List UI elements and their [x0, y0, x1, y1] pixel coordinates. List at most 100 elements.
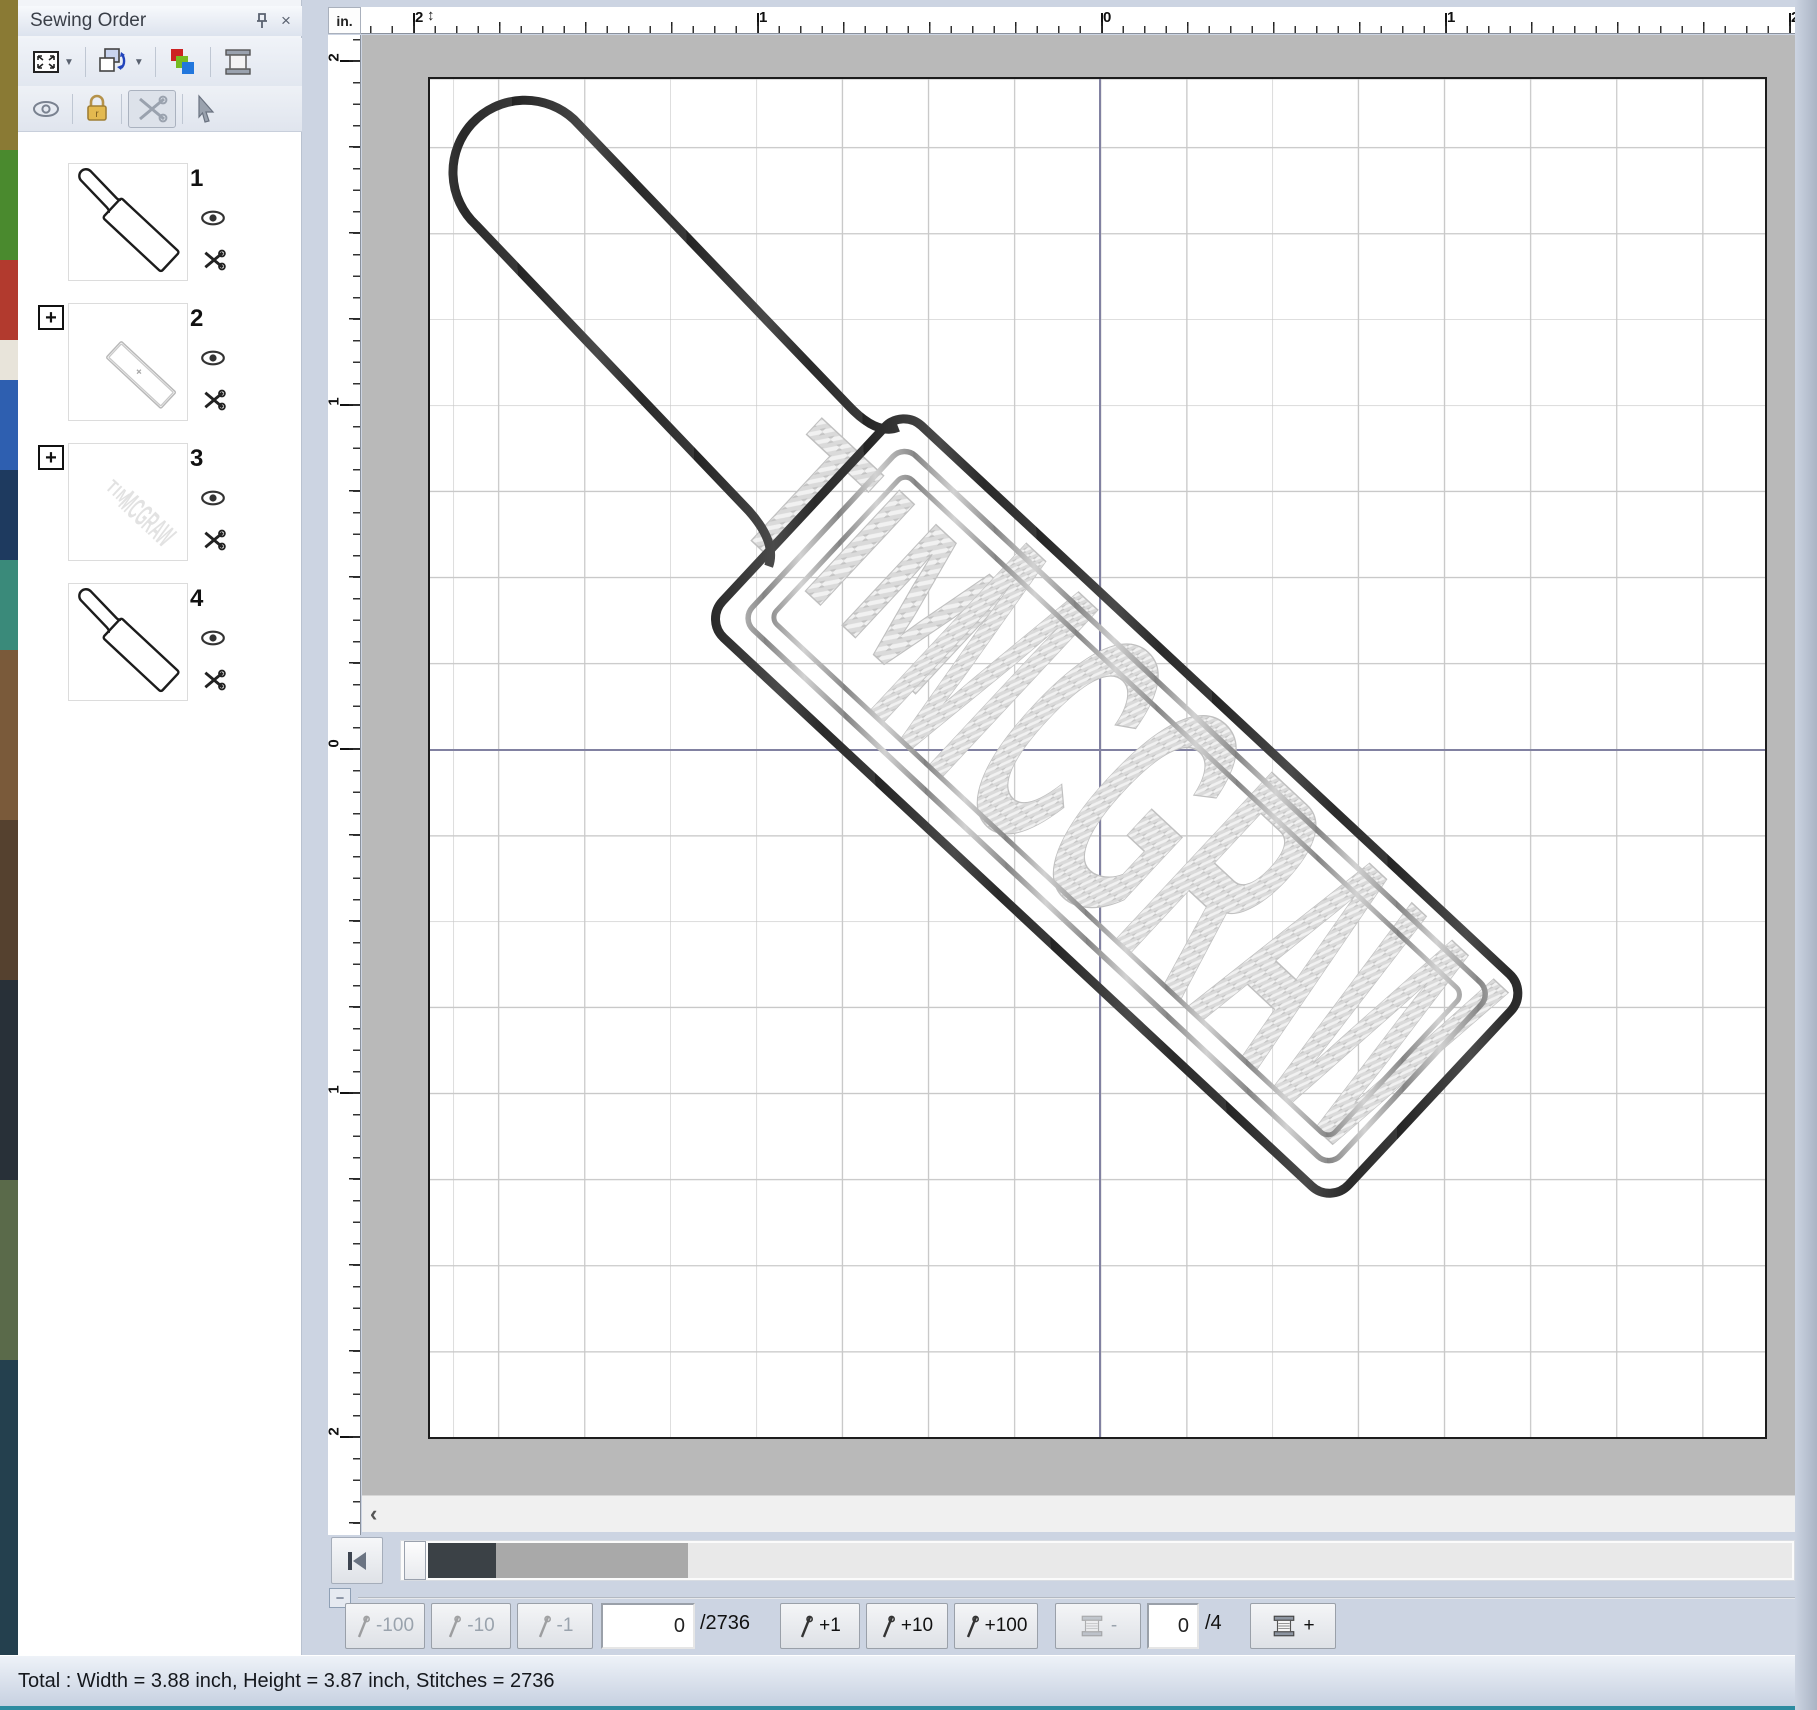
slider-segment-light: [688, 1543, 1792, 1578]
regenerate-button[interactable]: ▼: [92, 43, 149, 81]
horizontal-scrollbar[interactable]: ‹: [362, 1495, 1795, 1532]
close-icon[interactable]: ×: [274, 10, 298, 32]
hruler-label: 1: [1447, 9, 1455, 26]
thread-spool-icon: [1271, 1613, 1297, 1639]
cursor-arrow-icon: [194, 94, 218, 124]
embroidery-text[interactable]: TIM MCGRAW: [647, 329, 1559, 1216]
stitch-progress-slider[interactable]: [400, 1540, 1795, 1581]
status-bar: Total : Width = 3.88 inch, Height = 3.87…: [0, 1655, 1817, 1706]
scissors-icon[interactable]: [201, 667, 227, 698]
design-canvas[interactable]: TIM MCGRAW: [428, 77, 1767, 1439]
stitch-total-label: /2736: [700, 1612, 750, 1635]
stitch-back-10-button[interactable]: -10: [431, 1603, 511, 1649]
stitch-back-1-button[interactable]: -1: [517, 1603, 593, 1649]
vruler-label: 1: [326, 1085, 343, 1093]
skip-to-start-icon: [344, 1549, 370, 1573]
chevron-down-icon: ▼: [64, 57, 74, 68]
scissors-icon[interactable]: [201, 387, 227, 418]
color-number-input[interactable]: 0: [1147, 1603, 1199, 1649]
needle-icon: [356, 1613, 370, 1639]
item-number: 3: [190, 445, 203, 473]
stitch-forward-10-button[interactable]: +10: [866, 1603, 948, 1649]
hoop-button[interactable]: [217, 43, 259, 81]
taskbar-sliver: [0, 1706, 1817, 1710]
needle-icon: [447, 1613, 461, 1639]
chevron-down-icon: ▼: [134, 57, 144, 68]
item-number: 4: [190, 585, 203, 613]
item-number: 2: [190, 305, 203, 333]
vruler-label: 2: [326, 1427, 343, 1435]
divider-line: [358, 1597, 1798, 1599]
hruler-label: 1: [759, 9, 767, 26]
rewind-to-start-button[interactable]: [331, 1537, 383, 1584]
eye-icon: [31, 99, 61, 119]
eye-icon[interactable]: [199, 209, 227, 232]
ruler-position-marker-icon: ↕: [427, 7, 437, 33]
item-1-thumbnail[interactable]: [68, 163, 188, 281]
design-viewport[interactable]: TIM MCGRAW: [362, 35, 1795, 1495]
expand-plus-icon[interactable]: +: [38, 305, 64, 330]
needle-icon: [537, 1613, 551, 1639]
stitch-forward-100-button[interactable]: +100: [954, 1603, 1038, 1649]
scroll-left-icon[interactable]: ‹: [370, 1501, 377, 1527]
panel-toolbar-top: ▼ ▼: [18, 38, 302, 86]
item-number: 1: [190, 165, 203, 193]
item-4-thumbnail[interactable]: [68, 583, 188, 701]
zoom-fit-button[interactable]: ▼: [26, 43, 79, 81]
color-forward-button[interactable]: +: [1250, 1603, 1336, 1649]
visibility-button[interactable]: [26, 90, 66, 128]
scissors-icon: [134, 93, 170, 125]
color-squares-icon: [167, 46, 199, 78]
needle-icon: [881, 1613, 895, 1639]
scissors-icon[interactable]: [201, 247, 227, 278]
text-fill-thumb-icon: TIM MCGRAW: [69, 444, 187, 560]
vertical-ruler: 2 1 0 1 2: [328, 35, 361, 1535]
item-2-thumbnail[interactable]: [68, 303, 188, 421]
panel-titlebar: Sewing Order ×: [18, 6, 302, 36]
slider-segment-mid: [496, 1543, 688, 1578]
eye-icon[interactable]: [199, 349, 227, 372]
stitch-forward-1-button[interactable]: +1: [780, 1603, 860, 1649]
panel-toolbar-bottom: r: [18, 86, 302, 132]
lock-button[interactable]: r: [79, 90, 115, 128]
color-total-label: /4: [1205, 1612, 1222, 1635]
lock-icon: r: [84, 94, 110, 124]
ruler-unit-box[interactable]: in.: [328, 7, 361, 34]
sewing-item-3[interactable]: + TIM MCGRAW 3: [18, 443, 301, 563]
overlap-refresh-icon: [97, 46, 131, 78]
item-3-thumbnail[interactable]: TIM MCGRAW: [68, 443, 188, 561]
sewing-item-2[interactable]: + 2: [18, 303, 301, 423]
slider-thumb[interactable]: [404, 1541, 426, 1580]
colors-button[interactable]: [162, 43, 204, 81]
thread-spool-icon: [1079, 1613, 1105, 1639]
horizontal-ruler: 2 1 0 1 2 ↕: [361, 7, 1795, 34]
scissors-icon[interactable]: [201, 527, 227, 558]
panel-title: Sewing Order: [30, 10, 250, 32]
stitch-number-input[interactable]: 0: [601, 1603, 695, 1649]
color-back-button[interactable]: -: [1055, 1603, 1141, 1649]
eye-icon[interactable]: [199, 629, 227, 652]
vruler-label: 1: [326, 397, 343, 405]
expand-plus-icon[interactable]: +: [38, 445, 64, 470]
hruler-label: 0: [1103, 9, 1111, 26]
fit-to-window-icon: [31, 47, 61, 77]
hruler-label: 2: [415, 9, 423, 26]
pin-icon[interactable]: [250, 10, 274, 32]
desktop-background-strip: [0, 0, 18, 1710]
needle-icon: [799, 1613, 813, 1639]
status-text: Total : Width = 3.88 inch, Height = 3.87…: [18, 1670, 554, 1693]
stitch-back-100-button[interactable]: -100: [345, 1603, 425, 1649]
border-stitch-thumb-icon: [69, 304, 187, 420]
sewing-item-1[interactable]: 1: [18, 163, 301, 283]
vruler-label: 0: [326, 739, 343, 747]
sewing-item-4[interactable]: 4: [18, 583, 301, 703]
hoop-icon: [222, 48, 254, 76]
select-button[interactable]: [189, 90, 223, 128]
fob-outline-thumb-icon: [69, 584, 187, 700]
eye-icon[interactable]: [199, 489, 227, 512]
trim-button[interactable]: [128, 90, 176, 128]
needle-icon: [965, 1613, 979, 1639]
fob-outline-thumb-icon: [69, 164, 187, 280]
window-right-edge: [1795, 0, 1817, 1710]
key-fob-design[interactable]: TIM MCGRAW: [430, 79, 1769, 1441]
